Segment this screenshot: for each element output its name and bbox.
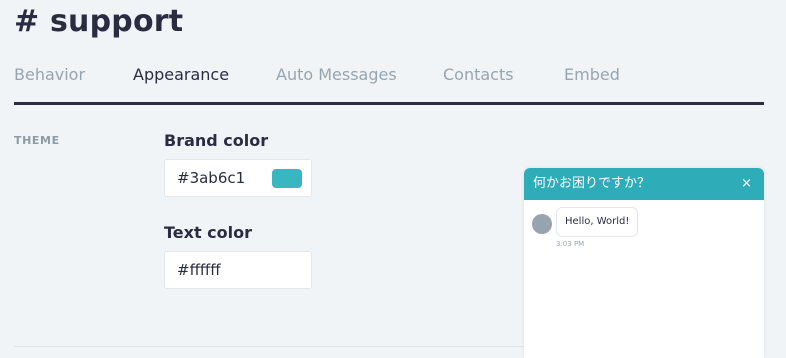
chat-widget-preview: 何かお困りですか？ × Hello, World! 3:03 PM xyxy=(524,168,764,358)
tab-bar: Behavior Appearance Auto Messages Contac… xyxy=(14,64,764,105)
text-color-field xyxy=(164,251,312,289)
close-icon[interactable]: × xyxy=(741,176,752,192)
tab-appearance[interactable]: Appearance xyxy=(133,64,229,86)
tab-behavior[interactable]: Behavior xyxy=(14,64,85,86)
text-color-label: Text color xyxy=(164,223,253,242)
divider xyxy=(14,346,524,347)
brand-color-label: Brand color xyxy=(164,131,269,150)
theme-section-label: THEME xyxy=(14,134,60,147)
brand-color-input[interactable] xyxy=(177,160,273,196)
page-title: # support xyxy=(14,4,184,39)
chat-message-timestamp: 3:03 PM xyxy=(556,240,585,248)
chat-widget-header: 何かお困りですか？ × xyxy=(524,168,764,200)
brand-color-field xyxy=(164,159,312,197)
text-color-input[interactable] xyxy=(177,252,273,288)
chat-message-bubble: Hello, World! xyxy=(556,207,639,237)
avatar xyxy=(532,214,552,234)
tab-auto-messages[interactable]: Auto Messages xyxy=(276,64,397,86)
tab-embed[interactable]: Embed xyxy=(564,64,620,86)
tab-contacts[interactable]: Contacts xyxy=(443,64,514,86)
chat-widget-title: 何かお困りですか？ xyxy=(533,176,651,191)
brand-color-swatch[interactable] xyxy=(272,169,302,188)
